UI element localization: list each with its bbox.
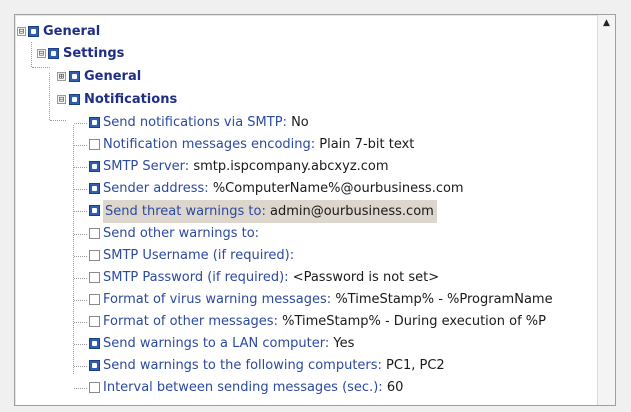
- tree-connector: [49, 73, 50, 120]
- setting-text: SMTP Username (if required):: [103, 245, 294, 266]
- tree-connector: [74, 167, 87, 168]
- checkbox-icon[interactable]: [89, 360, 100, 371]
- setting-text: Send warnings to the following computers…: [103, 355, 445, 376]
- tree-connector: [32, 67, 50, 68]
- checkbox-icon[interactable]: [89, 161, 100, 172]
- setting-label: Interval between sending messages (sec.): [103, 380, 379, 395]
- setting-text: Send notifications via SMTP: No: [103, 112, 309, 133]
- setting-separator: :: [289, 248, 295, 263]
- setting-separator: :: [377, 358, 387, 373]
- checkbox-icon[interactable]: [89, 316, 100, 327]
- selected-setting-text: Send threat warnings to: admin@ourbusine…: [103, 200, 437, 223]
- setting-value: No: [291, 115, 309, 130]
- setting-value: <Password is not set>: [292, 270, 440, 285]
- setting-value: Plain 7-bit text: [319, 137, 415, 152]
- collapse-toggle-icon[interactable]: ⊟: [57, 95, 66, 105]
- checkbox-icon[interactable]: [89, 272, 100, 283]
- tree-connector: [74, 189, 87, 190]
- tree-connector: [74, 278, 87, 279]
- setting-value: %TimeStamp% - During execution of %P: [282, 314, 546, 329]
- setting-label: SMTP Password (if required): [103, 270, 285, 285]
- setting-value: %TimeStamp% - %ProgramName: [335, 292, 553, 307]
- tree-node-label: Notifications: [84, 92, 178, 107]
- setting-label: SMTP Username (if required): [103, 248, 290, 263]
- setting-separator: :: [282, 115, 292, 130]
- setting-label: Send other warnings to: [103, 226, 255, 241]
- setting-text: SMTP Password (if required): <Password i…: [103, 267, 439, 288]
- setting-value: 60: [386, 380, 404, 395]
- setting-text: Notification messages encoding: Plain 7-…: [103, 134, 414, 155]
- setting-label: Format of other messages: [103, 314, 274, 329]
- setting-text: Send warnings to a LAN computer: Yes: [103, 333, 354, 354]
- tree-connector: [74, 256, 87, 257]
- setting-label: Format of virus warning messages: [103, 292, 327, 307]
- vertical-scrollbar[interactable]: ▲: [597, 15, 615, 405]
- checkbox-icon[interactable]: [28, 26, 39, 37]
- checkbox-icon[interactable]: [69, 71, 80, 82]
- setting-value: Yes: [333, 336, 355, 351]
- tree-connector: [74, 234, 87, 235]
- tree-connector: [74, 145, 87, 146]
- tree-connector: [50, 120, 66, 121]
- checkbox-icon[interactable]: [89, 205, 100, 216]
- setting-separator: :: [378, 380, 387, 395]
- tree-connector: [74, 388, 87, 389]
- setting-text: Format of virus warning messages: %TimeS…: [103, 289, 553, 310]
- setting-text: Send other warnings to:: [103, 223, 259, 244]
- tree-connector: [74, 366, 87, 367]
- setting-separator: :: [273, 314, 283, 329]
- checkbox-icon[interactable]: [89, 183, 100, 194]
- tree-node-label: Settings: [63, 46, 125, 61]
- setting-separator: :: [310, 137, 320, 152]
- checkbox-icon[interactable]: [89, 117, 100, 128]
- checkbox-icon[interactable]: [89, 338, 100, 349]
- setting-separator: :: [254, 226, 260, 241]
- setting-label: Send notifications via SMTP: [103, 115, 283, 130]
- expand-toggle-icon[interactable]: ⊞: [57, 72, 66, 82]
- tree-connector: [74, 211, 87, 212]
- collapse-toggle-icon[interactable]: ⊟: [37, 49, 46, 59]
- tree-node-label: General: [84, 69, 142, 84]
- checkbox-icon[interactable]: [48, 48, 59, 59]
- checkbox-icon[interactable]: [89, 294, 100, 305]
- settings-tree-panel: ⊟ General ⊟ Settings ⊞ General ⊟ Notific…: [14, 14, 616, 406]
- setting-label: Notification messages encoding: [103, 137, 311, 152]
- tree-connector: [73, 125, 74, 374]
- checkbox-icon[interactable]: [69, 94, 80, 105]
- setting-label: Sender address: [103, 181, 205, 196]
- setting-label: SMTP Server: [103, 159, 185, 174]
- setting-label: Send warnings to the following computers: [103, 358, 378, 373]
- setting-text: SMTP Server: smtp.ispcompany.abcxyz.com: [103, 156, 389, 177]
- setting-separator: :: [284, 270, 293, 285]
- setting-label: Send warnings to a LAN computer: [103, 336, 325, 351]
- setting-value: admin@ourbusiness.com: [270, 204, 434, 219]
- setting-text: Sender address: %ComputerName%@ourbusine…: [103, 178, 464, 199]
- setting-text: Interval between sending messages (sec.)…: [103, 377, 403, 398]
- setting-text: Format of other messages: %TimeStamp% - …: [103, 311, 546, 332]
- setting-value: smtp.ispcompany.abcxyz.com: [193, 159, 389, 174]
- checkbox-icon[interactable]: [89, 250, 100, 261]
- checkbox-icon[interactable]: [89, 139, 100, 150]
- tree-connector: [31, 42, 32, 67]
- checkbox-icon[interactable]: [89, 382, 100, 393]
- tree-connector: [74, 123, 87, 124]
- settings-tree: ⊟ General ⊟ Settings ⊞ General ⊟ Notific…: [15, 15, 597, 405]
- tree-connector: [74, 322, 87, 323]
- collapse-toggle-icon[interactable]: ⊟: [17, 27, 26, 37]
- tree-connector: [74, 344, 87, 345]
- scroll-up-arrow-icon[interactable]: ▲: [598, 15, 615, 32]
- setting-value: PC1, PC2: [386, 358, 445, 373]
- tree-connector: [74, 300, 87, 301]
- checkbox-icon[interactable]: [89, 228, 100, 239]
- tree-node-label: General: [43, 24, 101, 39]
- setting-separator: :: [261, 204, 270, 219]
- setting-label: Send threat warnings to: [105, 204, 262, 219]
- setting-separator: :: [204, 181, 213, 196]
- setting-value: %ComputerName%@ourbusiness.com: [212, 181, 464, 196]
